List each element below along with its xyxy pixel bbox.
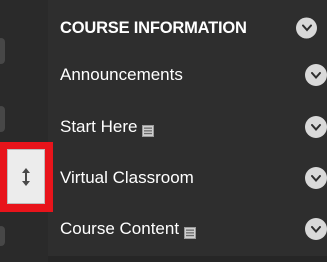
menu-bottom-edge — [48, 256, 327, 262]
menu-item-label: Virtual Classroom — [60, 168, 194, 187]
hidden-from-students-icon — [142, 122, 155, 137]
gutter-mark — [0, 226, 5, 246]
menu-item-label: Announcements — [60, 65, 183, 84]
chevron-down-icon[interactable] — [305, 116, 327, 138]
menu-header-course-information[interactable]: COURSE INFORMATION — [60, 8, 327, 48]
up-down-arrow-icon — [22, 167, 30, 186]
chevron-down-icon[interactable] — [296, 17, 317, 39]
chevron-down-icon[interactable] — [305, 167, 327, 189]
reorder-handle[interactable] — [7, 149, 45, 204]
chevron-down-icon[interactable] — [305, 64, 327, 86]
menu-item-start-here[interactable]: Start Here — [60, 107, 327, 147]
menu-item-label: Start Here — [60, 117, 138, 136]
left-gutter — [0, 0, 48, 262]
chevron-down-icon[interactable] — [305, 218, 327, 240]
menu-item-course-content[interactable]: Course Content — [60, 209, 327, 249]
menu-item-announcements[interactable]: Announcements — [60, 55, 327, 95]
menu-header-label: COURSE INFORMATION — [60, 18, 247, 37]
gutter-mark — [0, 38, 5, 64]
gutter-mark — [0, 106, 5, 132]
menu-item-label: Course Content — [60, 219, 180, 238]
hidden-from-students-icon — [184, 224, 197, 239]
menu-item-virtual-classroom[interactable]: Virtual Classroom — [60, 158, 327, 198]
